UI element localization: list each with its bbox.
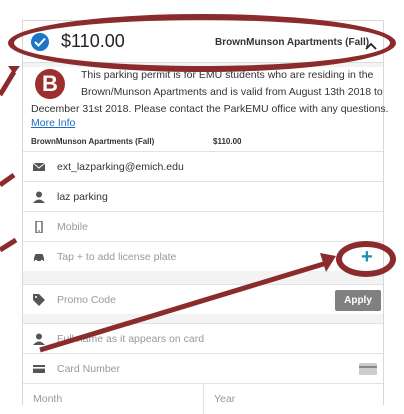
envelope-icon <box>33 162 45 171</box>
name-value: laz parking <box>57 191 108 203</box>
mobile-placeholder: Mobile <box>57 221 88 233</box>
card-number-placeholder: Card Number <box>57 363 121 375</box>
month-placeholder: Month <box>33 393 63 405</box>
more-info-link[interactable]: More Info <box>31 117 75 129</box>
person-icon <box>33 191 45 203</box>
license-plate-field[interactable]: Tap + to add license plate + <box>23 241 383 271</box>
annotation-ring-price <box>8 14 396 72</box>
phone-icon <box>35 221 43 233</box>
permit-card: $110.00 BrownMunson Apartments (Fall) B … <box>22 20 389 414</box>
expiry-row: Month Year <box>23 383 383 414</box>
name-field[interactable]: laz parking <box>23 181 383 211</box>
mobile-field[interactable]: Mobile <box>23 211 383 241</box>
tag-icon <box>33 294 45 306</box>
promo-placeholder: Promo Code <box>57 294 116 306</box>
email-value: ext_lazparking@emich.edu <box>57 161 184 173</box>
card-icon <box>33 365 45 373</box>
card-number-field[interactable]: Card Number <box>23 353 383 383</box>
month-field[interactable]: Month <box>23 384 203 414</box>
description-line-2: Brown/Munson Apartments and is valid fro… <box>81 86 383 98</box>
car-icon <box>34 254 44 263</box>
annotation-ring-plus <box>336 241 396 277</box>
apply-button[interactable]: Apply <box>335 290 381 311</box>
year-placeholder: Year <box>214 393 236 405</box>
description-line-3: December 31st 2018. Please contact the P… <box>31 103 389 115</box>
person-icon <box>33 333 45 345</box>
card-name-placeholder: Full name as it appears on card <box>57 333 205 345</box>
email-field[interactable]: ext_lazparking@emich.edu <box>23 151 383 181</box>
year-field[interactable]: Year <box>203 384 383 414</box>
summary-permit-price: $110.00 <box>213 137 242 146</box>
summary-permit-name: BrownMunson Apartments (Fall) <box>31 137 155 146</box>
credit-card-icon <box>359 363 377 375</box>
promo-field[interactable]: Promo Code Apply <box>23 284 383 314</box>
card-name-field[interactable]: Full name as it appears on card <box>23 323 383 353</box>
university-logo: B <box>35 69 65 99</box>
permit-description: B This parking permit is for EMU student… <box>23 67 389 153</box>
license-plate-placeholder: Tap + to add license plate <box>57 251 177 263</box>
